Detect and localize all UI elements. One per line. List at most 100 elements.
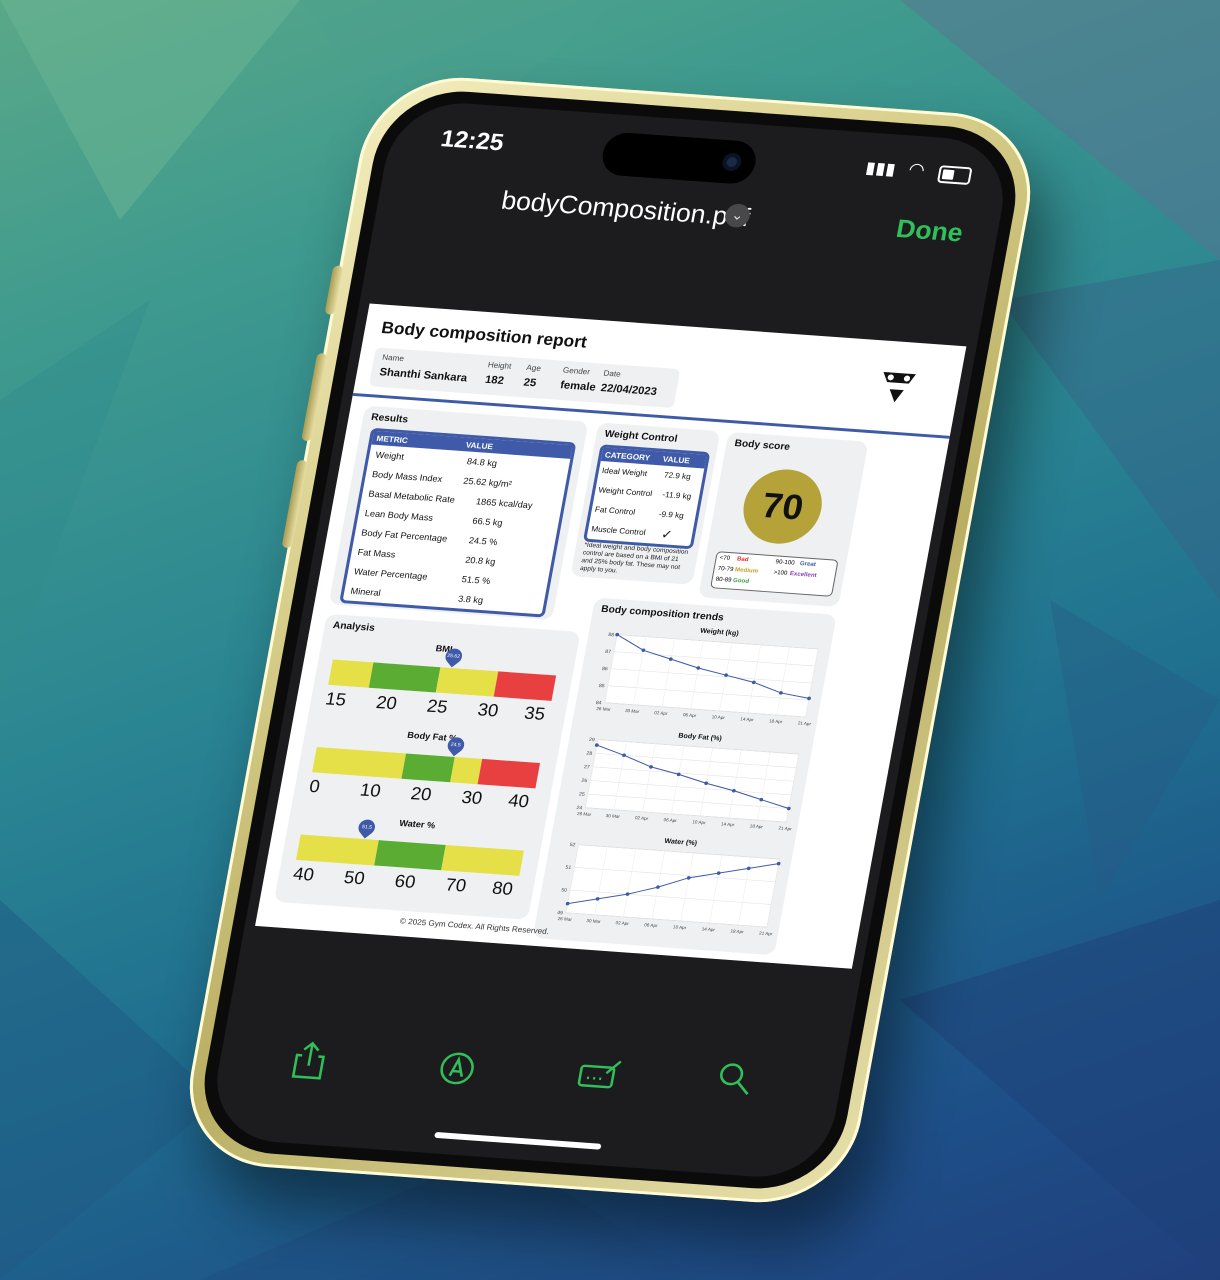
legend-range: 70-79	[717, 565, 734, 573]
trends-card: Body composition trends Weight (kg) 84 85 8…	[532, 597, 837, 956]
analysis-title: Analysis	[331, 620, 376, 634]
x-tick-label: 14 Apr	[721, 821, 736, 827]
legend-range: 90-100	[774, 559, 795, 567]
results-card: Results METRIC VALUE Weight 84.8 kg Body …	[328, 405, 589, 621]
category-column-header: CATEGORY	[604, 450, 651, 463]
date-label: Date	[602, 368, 622, 379]
trend-chart-title: Water (%)	[664, 838, 698, 847]
weight-control-card: Weight Control CATEGORY VALUE Ideal Weig…	[570, 422, 721, 585]
tick-label: 20	[374, 692, 399, 714]
water-gauge	[295, 834, 524, 876]
value-column-header: VALUE	[465, 440, 494, 452]
name-value: Shanthi Sankara	[378, 366, 469, 385]
checkmark-icon: ✓	[660, 526, 674, 542]
x-tick-label: 26 Mar	[577, 811, 593, 817]
tick-label: 70	[443, 874, 468, 896]
tick-label: 60	[393, 871, 418, 892]
value-cell: 3.8 kg	[457, 593, 485, 606]
y-tick-label: 51	[565, 865, 572, 871]
metric-cell: Body Fat Percentage	[360, 527, 449, 544]
trend-chart-title: Body Fat (%)	[678, 733, 723, 743]
x-tick-label: 02 Apr	[654, 710, 669, 716]
x-tick-label: 06 Apr	[644, 922, 659, 928]
weight-control-title: Weight Control	[603, 428, 679, 445]
results-table: METRIC VALUE Weight 84.8 kg Body Mass Ind…	[339, 427, 577, 618]
x-tick-label: 10 Apr	[673, 924, 688, 930]
pdf-page[interactable]: Body composition report Name Shanthi San…	[255, 303, 967, 969]
legend-label-good: Good	[732, 577, 750, 585]
report-title: Body composition report	[379, 318, 589, 352]
tick-label: 30	[460, 787, 484, 809]
y-tick-label: 87	[605, 649, 612, 655]
value-cell: -9.9 kg	[658, 509, 685, 521]
body-score-card: Body score 70 <70 Bad 90-100 Great 70-79…	[698, 431, 869, 608]
weight-control-table: CATEGORY VALUE Ideal Weight 72.9 kg Weigh…	[582, 444, 711, 550]
age-value: 25	[522, 376, 538, 390]
status-time: 12:25	[438, 125, 506, 157]
value-cell: 25.62 kg/m²	[462, 475, 513, 490]
y-tick-label: 85	[598, 683, 605, 689]
trend-chart-title: Weight (kg)	[699, 628, 739, 638]
x-tick-label: 06 Apr	[663, 817, 678, 823]
tick-label: 80	[490, 878, 515, 899]
y-tick-label: 88	[608, 632, 615, 638]
done-button[interactable]: Done	[894, 213, 965, 248]
legend-range: <70	[719, 555, 731, 562]
y-tick-label: 29	[588, 737, 595, 743]
tick-label: 15	[323, 688, 348, 710]
x-tick-label: 26 Mar	[557, 916, 573, 922]
markup-icon[interactable]	[436, 1050, 479, 1088]
value-cell: 84.8 kg	[466, 456, 498, 469]
value-cell: 1865 kcal/day	[475, 496, 534, 511]
document-title[interactable]: bodyComposition.pdf	[499, 185, 752, 233]
bodyfat-gauge	[312, 747, 541, 789]
y-tick-label: 26	[581, 778, 588, 784]
home-indicator[interactable]	[434, 1131, 602, 1150]
x-tick-label: 14 Apr	[701, 926, 716, 932]
legend-label-bad: Bad	[736, 556, 749, 564]
water-gauge-title: Water %	[398, 818, 437, 831]
y-tick-label: 52	[569, 842, 576, 848]
x-tick-label: 18 Apr	[769, 718, 784, 724]
x-tick-label: 02 Apr	[635, 815, 650, 821]
value-column-header: VALUE	[662, 454, 691, 466]
value-cell: 72.9 kg	[663, 470, 692, 482]
tick-label: 0	[307, 776, 322, 797]
bottom-toolbar	[206, 1001, 848, 1181]
metric-cell: Fat Mass	[356, 547, 397, 560]
category-cell: Weight Control	[597, 485, 653, 499]
bmi-marker-label: 25.62	[446, 652, 461, 660]
search-icon[interactable]	[713, 1060, 756, 1098]
x-tick-label: 10 Apr	[711, 714, 726, 720]
tick-label: 10	[358, 779, 383, 801]
tick-label: 40	[506, 790, 531, 812]
legend-label-great: Great	[799, 561, 817, 569]
value-cell: 20.8 kg	[464, 554, 497, 567]
metric-cell: Basal Metabolic Rate	[367, 488, 456, 505]
tick-label: 35	[522, 702, 547, 724]
y-tick-label: 25	[578, 792, 585, 798]
gender-value: female	[559, 379, 597, 394]
tick-label: 30	[476, 699, 501, 721]
wifi-icon: ◠	[907, 159, 927, 180]
legend-label-excellent: Excellent	[789, 571, 818, 579]
dynamic-island	[599, 131, 760, 186]
x-tick-label: 26 Mar	[596, 706, 612, 712]
x-tick-label: 30 Mar	[605, 813, 621, 819]
x-tick-label: 02 Apr	[615, 920, 630, 926]
fill-sign-icon[interactable]	[574, 1056, 625, 1094]
tick-label: 20	[409, 783, 434, 805]
legend-range: 80-89	[715, 576, 732, 584]
category-cell: Muscle Control	[590, 524, 647, 538]
value-cell: 24.5 %	[468, 535, 499, 548]
x-tick-label: 14 Apr	[740, 716, 755, 722]
x-tick-label: 10 Apr	[692, 819, 707, 825]
y-tick-label: 27	[583, 764, 590, 770]
value-cell: -11.9 kg	[661, 490, 693, 501]
x-tick-label: 30 Mar	[625, 708, 641, 714]
copyright-footer: © 2025 Gym Codex. All Rights Reserved.	[399, 916, 550, 937]
tick-label: 25	[425, 695, 450, 717]
share-icon[interactable]	[289, 1039, 331, 1080]
tick-label: 40	[291, 863, 316, 885]
weight-control-note: *Ideal weight and body composition contr…	[579, 541, 689, 575]
